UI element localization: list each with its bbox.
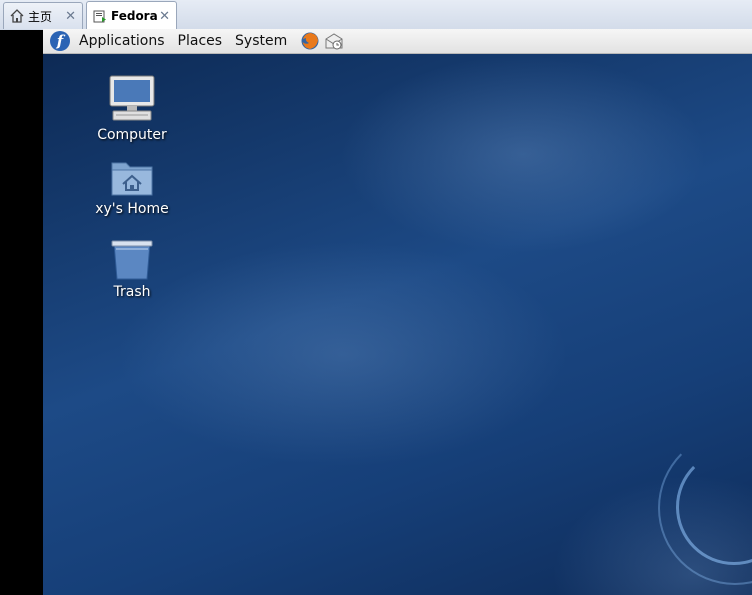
vm-left-border bbox=[0, 30, 43, 595]
tab-home-label: 主页 bbox=[28, 9, 53, 24]
desktop-icon-trash[interactable]: Trash bbox=[82, 239, 182, 300]
close-icon[interactable]: ✕ bbox=[65, 9, 76, 24]
desktop-icon-label: Computer bbox=[97, 127, 167, 143]
computer-icon bbox=[109, 75, 155, 121]
menu-system[interactable]: System bbox=[235, 33, 287, 49]
close-icon[interactable]: ✕ bbox=[159, 9, 170, 24]
vm-icon bbox=[93, 9, 107, 23]
desktop-icon-label: Trash bbox=[113, 284, 151, 300]
desktop-icon-home[interactable]: xy's Home bbox=[82, 158, 182, 217]
menu-applications[interactable]: Applications bbox=[79, 33, 165, 49]
tab-home[interactable]: 主页 ✕ bbox=[3, 2, 83, 29]
top-panel: f Applications Places System bbox=[43, 29, 752, 54]
trash-icon bbox=[111, 240, 153, 280]
wallpaper-swirl bbox=[658, 431, 752, 585]
home-icon bbox=[10, 9, 24, 23]
mail-clock-icon[interactable] bbox=[324, 31, 344, 51]
fedora-logo-icon[interactable]: f bbox=[49, 30, 71, 52]
desktop-icon-computer[interactable]: Computer bbox=[82, 74, 182, 143]
vm-tab-bar: 主页 ✕ Fedora ✕ bbox=[0, 0, 752, 31]
desktop-icon-label: xy's Home bbox=[95, 201, 169, 217]
menu-places[interactable]: Places bbox=[178, 33, 223, 49]
tab-fedora-label: Fedora bbox=[111, 9, 158, 23]
desktop[interactable]: Computer xy's Home Trash bbox=[43, 54, 752, 595]
home-folder-icon bbox=[111, 162, 153, 196]
firefox-icon[interactable] bbox=[300, 31, 320, 51]
tab-fedora[interactable]: Fedora ✕ bbox=[86, 1, 177, 30]
